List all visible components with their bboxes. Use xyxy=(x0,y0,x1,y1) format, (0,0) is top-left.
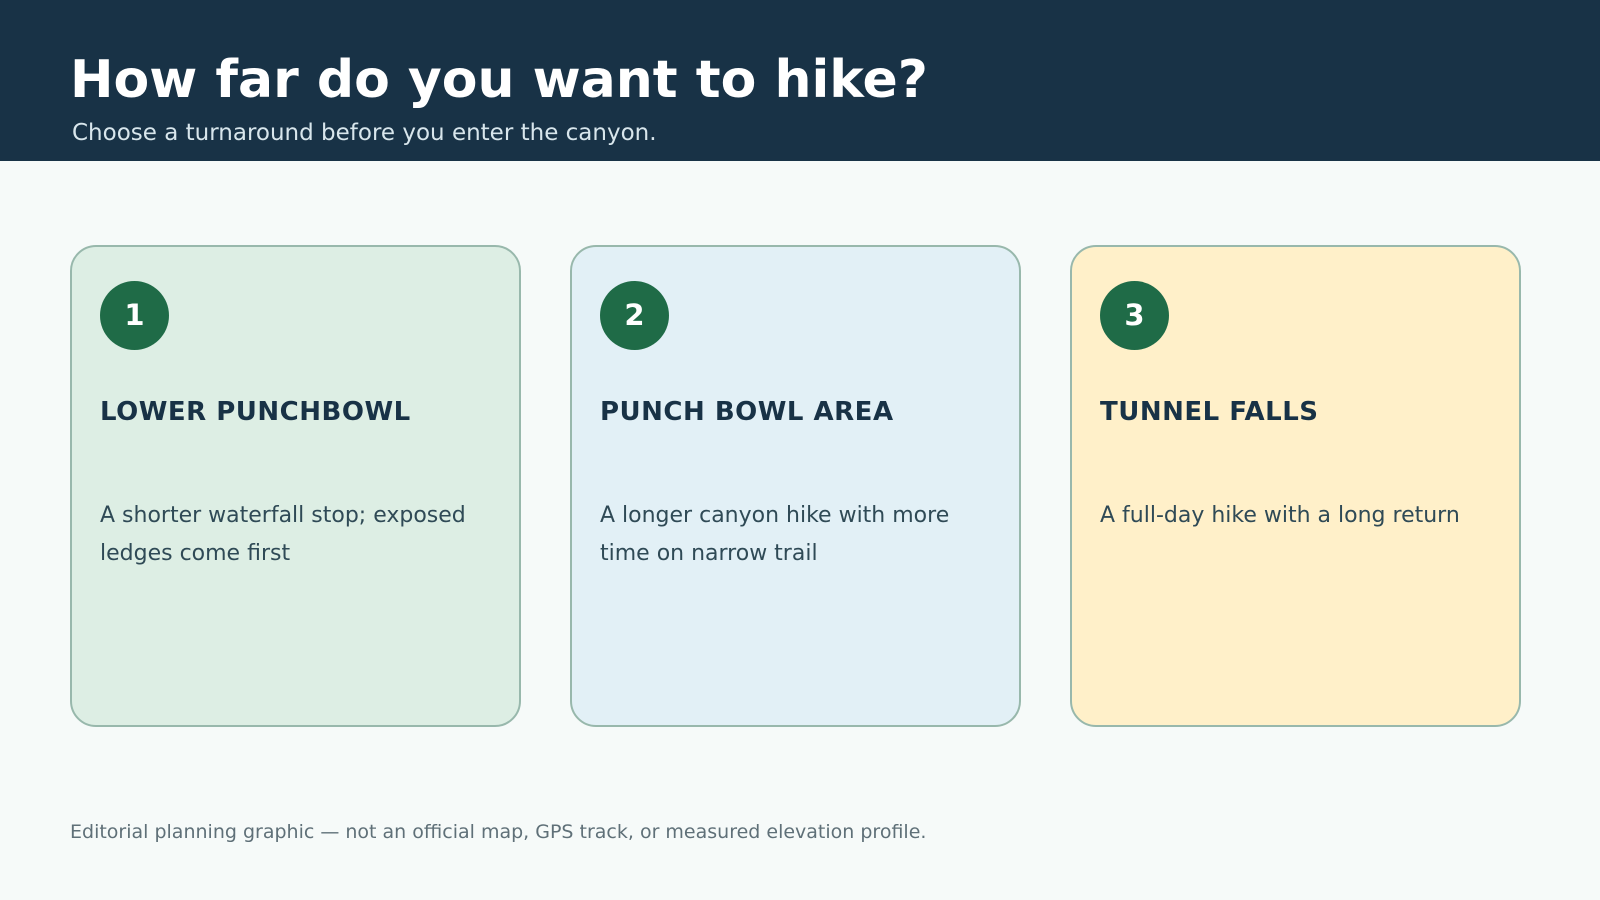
option-card-punch-bowl-area[interactable]: 2 PUNCH BOWL AREA A longer canyon hike w… xyxy=(570,245,1021,727)
option-title: PUNCH BOWL AREA xyxy=(600,397,894,427)
option-description: A full-day hike with a long return xyxy=(1100,503,1460,528)
option-card-lower-punchbowl[interactable]: 1 LOWER PUNCHBOWL A shorter waterfall st… xyxy=(70,245,521,727)
option-card-tunnel-falls[interactable]: 3 TUNNEL FALLS A full-day hike with a lo… xyxy=(1070,245,1521,727)
page-header: How far do you want to hike? Choose a tu… xyxy=(0,0,1600,161)
option-number-badge: 2 xyxy=(600,281,669,350)
option-number-badge: 1 xyxy=(100,281,169,350)
option-description: A longer canyon hike with more time on n… xyxy=(600,503,950,566)
option-title: TUNNEL FALLS xyxy=(1100,397,1319,427)
option-number-badge: 3 xyxy=(1100,281,1169,350)
option-description: A shorter waterfall stop; exposed ledges… xyxy=(100,503,466,566)
option-title: LOWER PUNCHBOWL xyxy=(100,397,411,427)
page-title: How far do you want to hike? xyxy=(70,50,928,110)
footer-disclaimer: Editorial planning graphic — not an offi… xyxy=(70,821,927,843)
page-subtitle: Choose a turnaround before you enter the… xyxy=(72,120,657,146)
